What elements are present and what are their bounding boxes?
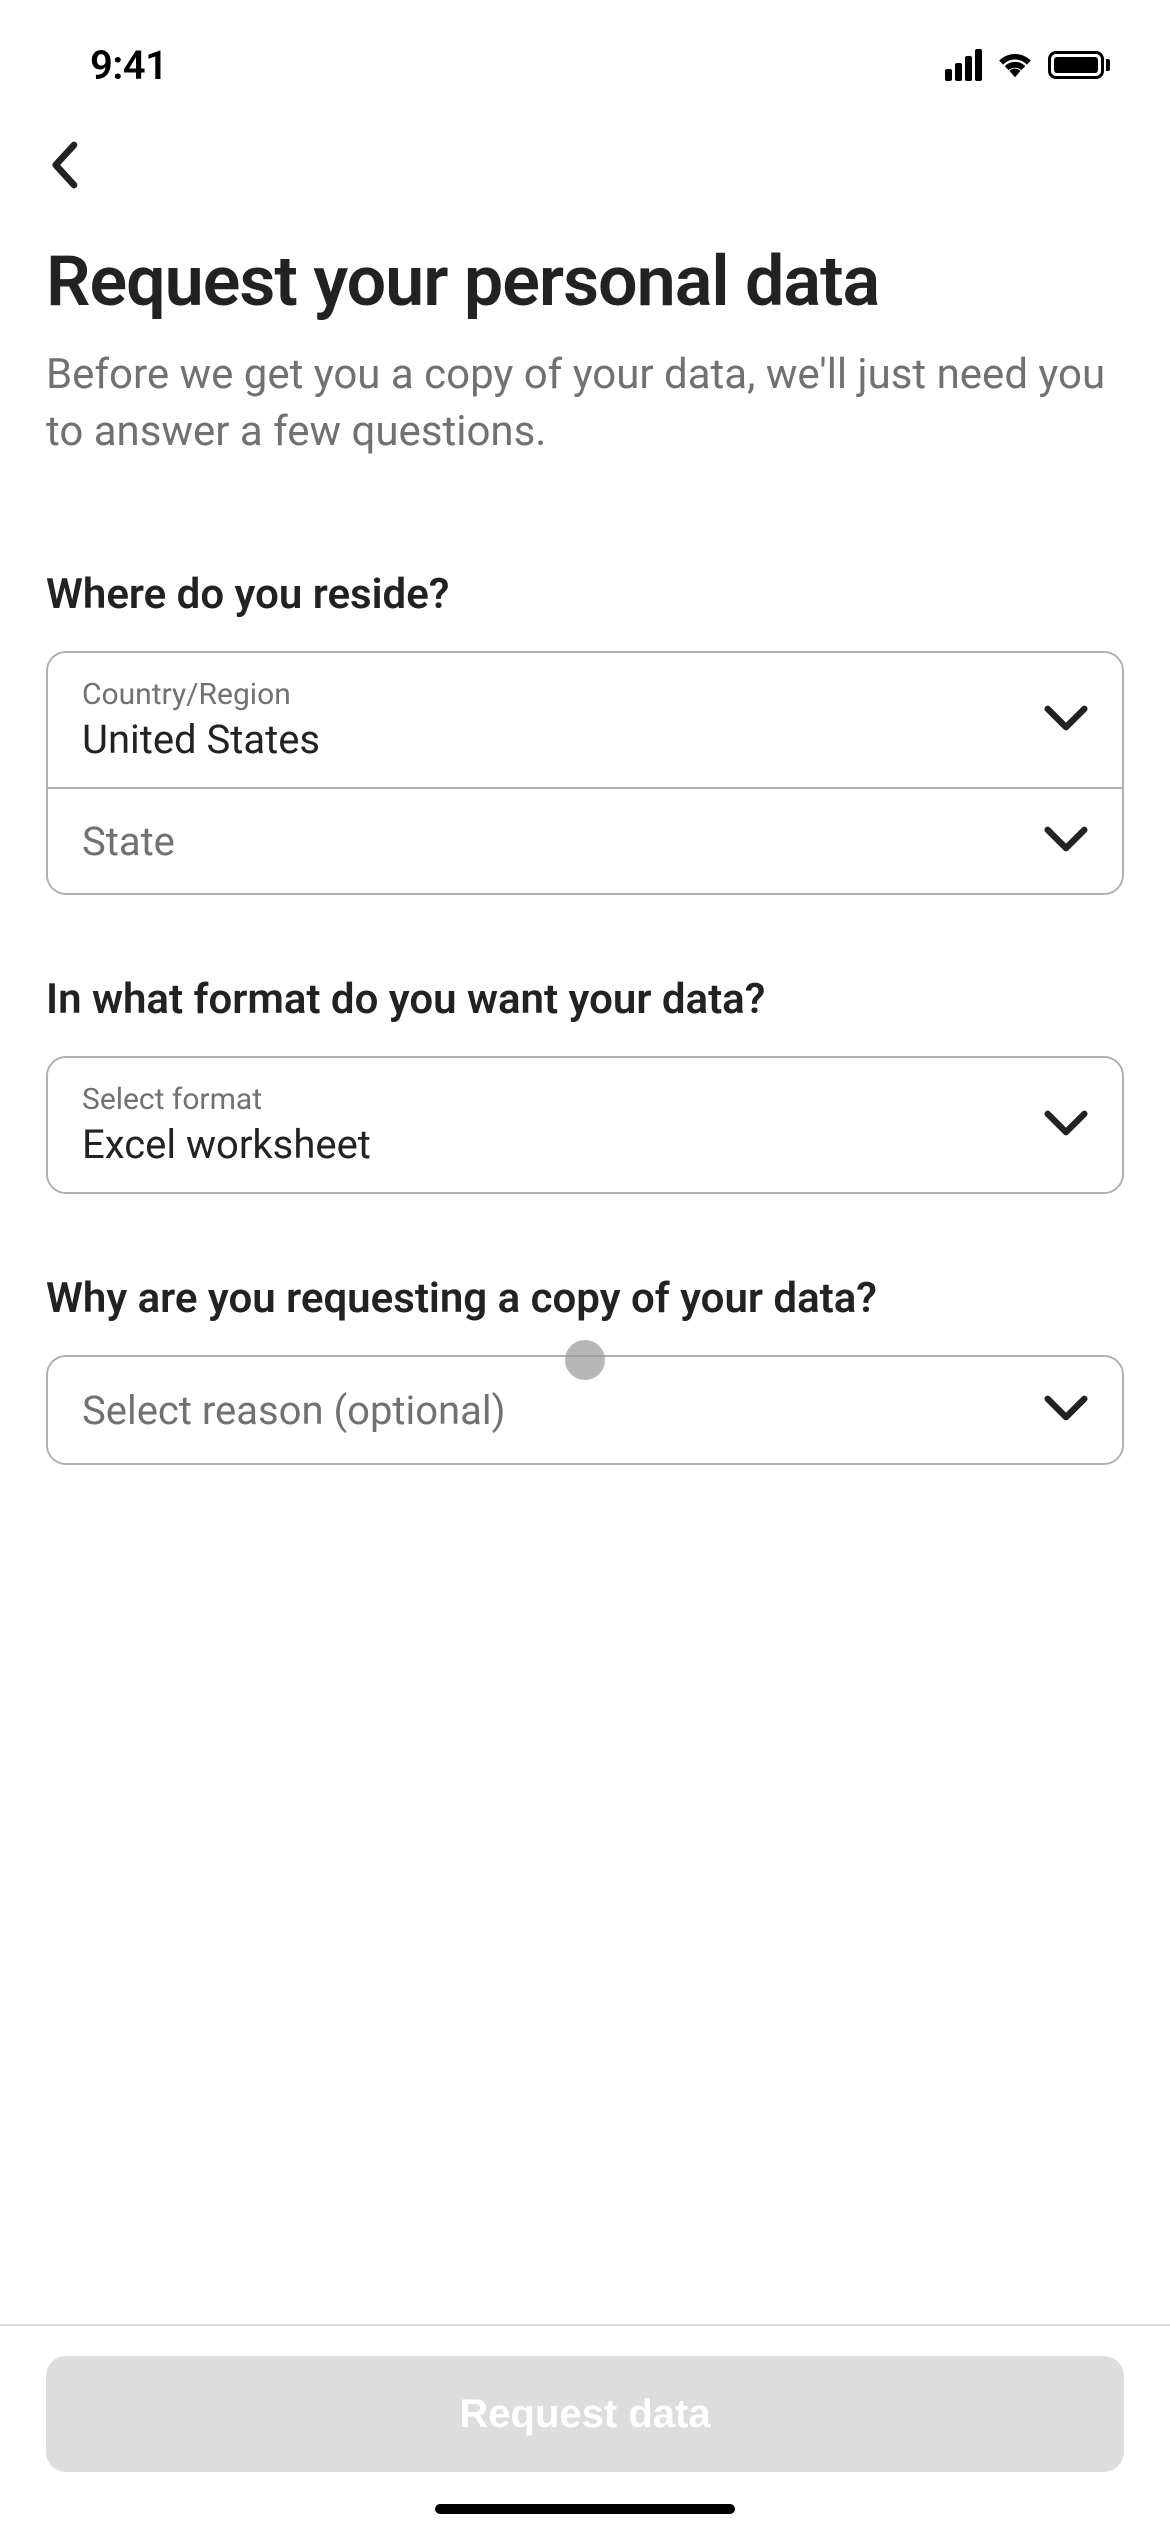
page-content: Request your personal data Before we get… <box>0 224 1170 1465</box>
page-title: Request your personal data <box>46 244 1124 321</box>
home-indicator <box>435 2504 735 2514</box>
reason-select-group: Select reason (optional) <box>46 1355 1124 1465</box>
country-value: United States <box>82 716 320 763</box>
section-reside: Where do you reside? Country/Region Unit… <box>46 570 1124 895</box>
chevron-down-icon <box>1044 1109 1088 1141</box>
chevron-down-icon <box>1044 825 1088 857</box>
chevron-down-icon <box>1044 704 1088 736</box>
battery-icon <box>1048 51 1110 79</box>
section-format-label: In what format do you want your data? <box>46 975 1124 1024</box>
section-reason-label: Why are you requesting a copy of your da… <box>46 1274 1124 1323</box>
wifi-icon <box>996 48 1034 82</box>
reason-select[interactable]: Select reason (optional) <box>48 1357 1122 1463</box>
cellular-signal-icon <box>945 49 982 81</box>
country-label: Country/Region <box>82 677 320 712</box>
format-value: Excel worksheet <box>82 1121 371 1168</box>
status-bar: 9:41 <box>0 0 1170 120</box>
nav-bar <box>0 120 1170 224</box>
section-reason: Why are you requesting a copy of your da… <box>46 1274 1124 1465</box>
format-small-label: Select format <box>82 1082 371 1117</box>
section-reside-label: Where do you reside? <box>46 570 1124 619</box>
format-select[interactable]: Select format Excel worksheet <box>48 1058 1122 1192</box>
page-subtitle: Before we get you a copy of your data, w… <box>46 347 1124 460</box>
status-time: 9:41 <box>90 42 167 89</box>
state-select[interactable]: State <box>48 787 1122 893</box>
status-icons <box>945 48 1110 82</box>
country-select[interactable]: Country/Region United States <box>48 653 1122 787</box>
request-data-button[interactable]: Request data <box>46 2356 1124 2472</box>
bottom-bar: Request data <box>0 2324 1170 2532</box>
back-button[interactable] <box>46 140 1124 194</box>
section-format: In what format do you want your data? Se… <box>46 975 1124 1194</box>
chevron-down-icon <box>1044 1394 1088 1426</box>
reason-placeholder: Select reason (optional) <box>82 1387 506 1434</box>
format-select-group: Select format Excel worksheet <box>46 1056 1124 1194</box>
reside-select-group: Country/Region United States State <box>46 651 1124 895</box>
state-placeholder: State <box>82 818 175 865</box>
